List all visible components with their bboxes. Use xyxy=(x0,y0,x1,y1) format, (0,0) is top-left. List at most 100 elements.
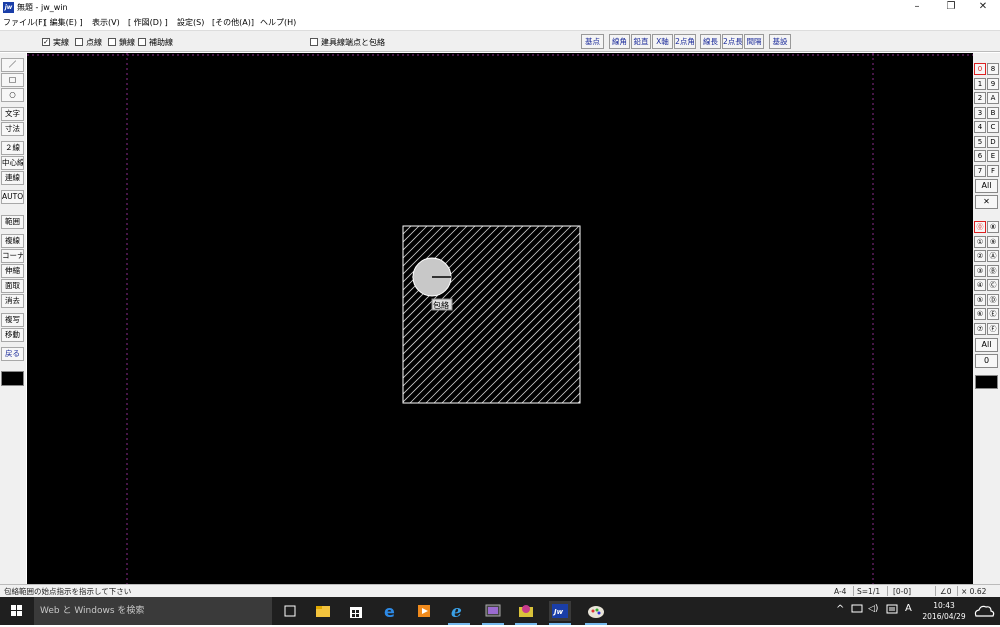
layer-group-3[interactable]: 3 xyxy=(974,106,986,119)
app-icon-1[interactable] xyxy=(482,601,504,625)
taskbar-clock[interactable]: 10:43 2016/04/29 xyxy=(922,600,966,622)
base-settings-button[interactable]: 基設 xyxy=(769,34,791,49)
layer-group-0[interactable]: 0 xyxy=(974,63,986,75)
auxiliary-line-checkbox[interactable] xyxy=(138,38,146,46)
taskbar-search[interactable]: Web と Windows を検索 xyxy=(34,597,272,625)
file-explorer-icon[interactable] xyxy=(312,601,334,621)
task-view-icon[interactable] xyxy=(279,601,301,621)
media-player-icon[interactable] xyxy=(413,601,435,621)
layer-group-B[interactable]: B xyxy=(987,106,999,119)
tool-continuous-line[interactable]: 連線 xyxy=(1,171,24,185)
action-center-icon[interactable] xyxy=(886,604,898,614)
menu-file[interactable]: ファイル(F) xyxy=(3,17,46,28)
layer-13[interactable]: Ⓓ xyxy=(987,293,999,306)
tool-dimension[interactable]: 寸法 xyxy=(1,122,24,136)
line-length-button[interactable]: 線長 xyxy=(700,34,721,49)
fitting-checkbox[interactable] xyxy=(310,38,318,46)
tool-move[interactable]: 移動 xyxy=(1,328,24,342)
weather-cloud-icon[interactable] xyxy=(971,601,997,621)
base-point-button[interactable]: 基点 xyxy=(581,34,604,49)
layer-9[interactable]: ⑨ xyxy=(987,235,999,248)
line-style-swatch[interactable] xyxy=(1,371,24,386)
tool-line[interactable]: ／ xyxy=(1,58,24,72)
minimize-button[interactable]: – xyxy=(900,0,934,15)
tool-text[interactable]: 文字 xyxy=(1,107,24,121)
x-axis-button[interactable]: X軸 xyxy=(652,34,673,49)
tool-undo[interactable]: 戻る xyxy=(1,347,24,361)
jw-cad-icon[interactable]: Jw xyxy=(549,601,571,625)
tool-circle[interactable]: ○ xyxy=(1,88,24,102)
vertical-button[interactable]: 鉛直 xyxy=(631,34,651,49)
line-angle-button[interactable]: 線角 xyxy=(609,34,630,49)
layer-15[interactable]: Ⓕ xyxy=(987,322,999,335)
restore-button[interactable]: ❐ xyxy=(934,0,968,15)
layer-group-C[interactable]: C xyxy=(987,121,999,133)
layer-group-5[interactable]: 5 xyxy=(974,135,986,148)
tool-chamfer[interactable]: 面取 xyxy=(1,279,24,293)
layer-group-4[interactable]: 4 xyxy=(974,121,986,133)
menu-view[interactable]: 表示(V) xyxy=(92,17,120,28)
tool-erase[interactable]: 消去 xyxy=(1,294,24,308)
edge-icon[interactable]: e xyxy=(380,601,402,621)
tool-stretch[interactable]: 伸縮 xyxy=(1,264,24,278)
hatched-square[interactable] xyxy=(402,225,581,404)
tool-double-line[interactable]: ２線 xyxy=(1,141,24,155)
internet-explorer-icon[interactable]: e xyxy=(448,601,470,625)
tool-range[interactable]: 範囲 xyxy=(1,215,24,229)
layer-14[interactable]: Ⓔ xyxy=(987,308,999,320)
layer-8[interactable]: ⑧ xyxy=(987,221,999,233)
dotted-line-checkbox[interactable] xyxy=(75,38,83,46)
layer-group-8[interactable]: 8 xyxy=(987,63,999,75)
layer-display[interactable]: [0-0] xyxy=(893,586,911,597)
drawing-canvas[interactable]: 包絡 xyxy=(27,53,973,584)
layer-group-E[interactable]: E xyxy=(987,150,999,162)
scale-display[interactable]: S=1/1 xyxy=(857,586,880,597)
solid-line-checkbox[interactable]: ✓ xyxy=(42,38,50,46)
layer-11[interactable]: Ⓑ xyxy=(987,264,999,277)
layer-4[interactable]: ④ xyxy=(974,279,986,291)
store-icon[interactable] xyxy=(345,601,367,621)
layer-all-button[interactable]: All xyxy=(975,338,998,352)
tool-center-line[interactable]: 中心線 xyxy=(1,156,24,170)
tool-offset[interactable]: 複線 xyxy=(1,234,24,248)
layer-group-A[interactable]: A xyxy=(987,92,999,104)
layer-group-6[interactable]: 6 xyxy=(974,150,986,162)
layer-group-7[interactable]: 7 xyxy=(974,164,986,177)
two-point-angle-button[interactable]: 2点角 xyxy=(674,34,696,49)
layer-0[interactable]: ⓪ xyxy=(974,221,986,233)
layer-group-D[interactable]: D xyxy=(987,135,999,148)
layer-group-2[interactable]: 2 xyxy=(974,92,986,104)
layer-group-cross-button[interactable]: ✕ xyxy=(975,195,998,209)
tool-auto[interactable]: AUTO xyxy=(1,190,24,204)
menu-help[interactable]: ヘルプ(H) xyxy=(260,17,296,28)
menu-draw[interactable]: [ 作図(D) ] xyxy=(128,17,168,28)
layer-group-F[interactable]: F xyxy=(987,164,999,177)
layer-zero-button[interactable]: 0 xyxy=(975,354,998,368)
layer-2[interactable]: ② xyxy=(974,250,986,262)
layer-group-9[interactable]: 9 xyxy=(987,77,999,90)
layer-10[interactable]: Ⓐ xyxy=(987,250,999,262)
interval-button[interactable]: 間隔 xyxy=(744,34,764,49)
layer-7[interactable]: ⑦ xyxy=(974,322,986,335)
angle-display[interactable]: ∠0 xyxy=(940,586,952,597)
chain-line-checkbox[interactable] xyxy=(108,38,116,46)
menu-settings[interactable]: 設定(S) xyxy=(177,17,204,28)
tool-corner[interactable]: コーナー xyxy=(1,249,24,263)
layer-1[interactable]: ① xyxy=(974,235,986,248)
start-button[interactable] xyxy=(0,597,34,625)
ime-indicator[interactable]: A xyxy=(905,603,912,614)
jw-app-icon[interactable]: jw xyxy=(3,2,14,13)
menu-other[interactable]: [その他(A)] xyxy=(212,17,254,28)
layer-group-all-button[interactable]: All xyxy=(975,179,998,193)
zoom-display[interactable]: × 0.62 xyxy=(961,586,986,597)
paint-icon[interactable] xyxy=(585,601,607,625)
show-hidden-icons-chevron-icon[interactable]: ^ xyxy=(836,604,844,615)
layer-12[interactable]: Ⓒ xyxy=(987,279,999,291)
two-point-length-button[interactable]: 2点長 xyxy=(722,34,743,49)
layer-6[interactable]: ⑥ xyxy=(974,308,986,320)
app-icon-2[interactable] xyxy=(515,601,537,625)
menu-edit[interactable]: [ 編集(E) ] xyxy=(44,17,83,28)
tool-copy[interactable]: 複写 xyxy=(1,313,24,327)
network-icon[interactable] xyxy=(851,604,863,614)
paper-size[interactable]: A-4 xyxy=(834,586,846,597)
